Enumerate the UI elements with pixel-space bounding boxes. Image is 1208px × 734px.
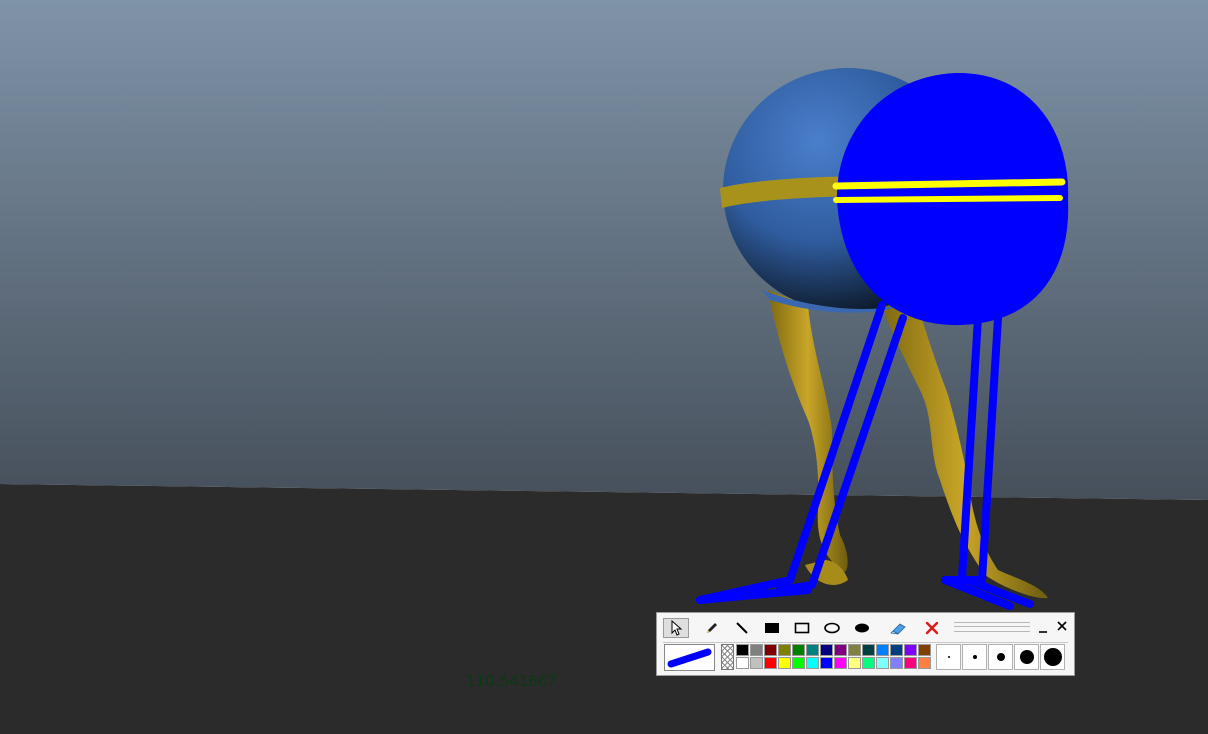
coordinate-readout: 110.541667 xyxy=(466,672,557,690)
line-tool-button[interactable] xyxy=(729,618,755,638)
annotation-yellow-band-bottom xyxy=(833,195,1063,203)
close-button[interactable] xyxy=(1055,618,1069,634)
close-icon xyxy=(1057,621,1067,631)
color-swatch[interactable] xyxy=(750,657,763,669)
brush-dot-icon xyxy=(947,656,950,658)
color-swatch[interactable] xyxy=(848,644,861,656)
brush-size-button[interactable] xyxy=(988,644,1013,670)
filled-rectangle-tool-button[interactable] xyxy=(759,618,785,638)
color-swatch[interactable] xyxy=(848,657,861,669)
color-swatch[interactable] xyxy=(876,657,889,669)
brush-stroke-preview-icon xyxy=(667,648,712,668)
ground-plane xyxy=(0,484,1208,734)
filled-ellipse-icon xyxy=(855,623,869,633)
brush-dot-icon xyxy=(1043,648,1062,666)
clear-tool-button[interactable] xyxy=(919,618,945,638)
drawing-toolbar[interactable] xyxy=(656,612,1075,676)
filled-ellipse-tool-button[interactable] xyxy=(849,618,875,638)
color-swatch[interactable] xyxy=(736,644,749,656)
color-swatch[interactable] xyxy=(778,644,791,656)
ellipse-icon xyxy=(824,622,840,634)
transparent-color-swatch[interactable] xyxy=(721,644,734,670)
rectangle-tool-button[interactable] xyxy=(789,618,815,638)
toolbar-divider xyxy=(663,642,1068,643)
color-swatch[interactable] xyxy=(792,644,805,656)
color-swatch[interactable] xyxy=(736,657,749,669)
minimize-button[interactable] xyxy=(1037,619,1049,635)
minimize-icon xyxy=(1039,631,1047,633)
color-swatch[interactable] xyxy=(820,657,833,669)
pencil-tool-button[interactable] xyxy=(699,618,725,638)
color-swatch[interactable] xyxy=(876,644,889,656)
color-palette xyxy=(736,644,932,670)
color-swatch[interactable] xyxy=(750,644,763,656)
rectangle-icon xyxy=(794,622,810,634)
color-swatch[interactable] xyxy=(792,657,805,669)
annotation-yellow-band-top xyxy=(832,178,1066,190)
brush-size-button[interactable] xyxy=(1014,644,1039,670)
color-swatch[interactable] xyxy=(834,644,847,656)
filled-rectangle-icon xyxy=(765,623,779,633)
brush-size-selector xyxy=(936,644,1065,670)
eraser-icon xyxy=(890,623,906,635)
color-swatch[interactable] xyxy=(806,657,819,669)
arrow-cursor-icon xyxy=(671,620,683,636)
red-x-icon xyxy=(925,621,939,635)
color-swatch[interactable] xyxy=(904,657,917,669)
current-brush-preview xyxy=(664,644,715,671)
color-swatch[interactable] xyxy=(862,657,875,669)
color-swatch[interactable] xyxy=(764,644,777,656)
brush-dot-icon xyxy=(972,655,977,659)
brush-size-button[interactable] xyxy=(1040,644,1065,670)
select-tool-button[interactable] xyxy=(663,618,689,638)
color-swatch[interactable] xyxy=(764,657,777,669)
color-swatch[interactable] xyxy=(778,657,791,669)
color-swatch[interactable] xyxy=(862,644,875,656)
brush-dot-icon xyxy=(1019,650,1034,664)
color-swatch[interactable] xyxy=(890,657,903,669)
color-swatch[interactable] xyxy=(904,644,917,656)
brush-dot-icon xyxy=(996,653,1005,661)
ellipse-tool-button[interactable] xyxy=(819,618,845,638)
pencil-icon xyxy=(707,623,717,633)
color-swatch[interactable] xyxy=(918,657,931,669)
color-swatch[interactable] xyxy=(890,644,903,656)
brush-size-button[interactable] xyxy=(936,644,961,670)
color-swatch[interactable] xyxy=(834,657,847,669)
color-swatch[interactable] xyxy=(918,644,931,656)
color-swatch[interactable] xyxy=(820,644,833,656)
brush-size-button[interactable] xyxy=(962,644,987,670)
toolbar-drag-handle[interactable] xyxy=(954,622,1030,632)
line-icon xyxy=(736,622,748,634)
eraser-tool-button[interactable] xyxy=(885,618,911,638)
color-swatch[interactable] xyxy=(806,644,819,656)
